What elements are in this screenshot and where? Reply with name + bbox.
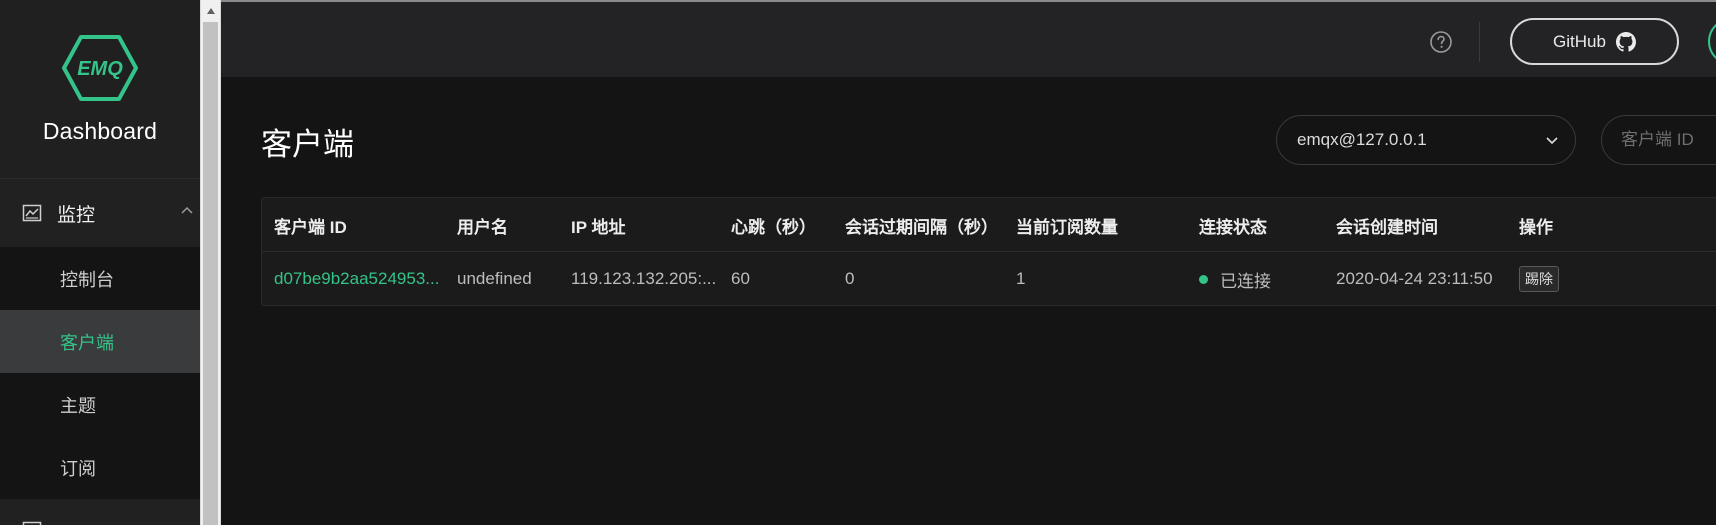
app-root: EMQ Dashboard 监控 控制台 客户端 主题 订阅 GitHub 客户… <box>0 0 1716 525</box>
scroll-thumb[interactable] <box>203 22 218 525</box>
sidebar-scrollbar[interactable] <box>200 0 221 525</box>
cell-subscriptions: 1 <box>1016 269 1026 288</box>
cell-created-at: 2020-04-24 23:11:50 <box>1336 269 1493 288</box>
brand-title: Dashboard <box>42 118 158 144</box>
brand: EMQ Dashboard <box>0 0 200 179</box>
sidebar-item-topics[interactable]: 主题 <box>0 373 200 436</box>
menu-submenu: 控制台 客户端 主题 订阅 <box>0 247 200 499</box>
col-ip: IP 地址 <box>571 217 626 237</box>
col-subscriptions: 当前订阅数量 <box>1016 217 1118 237</box>
kick-button[interactable]: 踢除 <box>1519 266 1559 292</box>
menu-group-next-icon <box>22 521 42 525</box>
monitor-chart-icon <box>22 204 42 222</box>
page-title: 客户端 <box>261 127 354 162</box>
cell-keepalive: 60 <box>731 269 750 288</box>
cell-status: 已连接 <box>1199 252 1271 306</box>
chevron-down-icon <box>1546 137 1558 145</box>
avatar[interactable] <box>1708 18 1716 65</box>
cell-username: undefined <box>457 269 532 288</box>
col-expiry: 会话过期间隔（秒） <box>845 217 998 237</box>
cell-actions: 踢除 <box>1519 252 1559 306</box>
col-actions: 操作 <box>1519 217 1553 237</box>
menu-group-next[interactable] <box>0 499 200 525</box>
node-select-value: emqx@127.0.0.1 <box>1297 130 1427 149</box>
col-username: 用户名 <box>457 217 508 237</box>
table-row: d07be9b2aa524953... undefined 119.123.13… <box>262 252 1716 306</box>
sidebar-item-console[interactable]: 控制台 <box>0 247 200 310</box>
sidebar: EMQ Dashboard 监控 控制台 客户端 主题 订阅 <box>0 0 200 525</box>
col-status: 连接状态 <box>1199 217 1267 237</box>
header-divider <box>1479 22 1480 62</box>
sidebar-item-clients[interactable]: 客户端 <box>0 310 200 373</box>
scroll-up-arrow-icon[interactable] <box>201 0 220 22</box>
github-label: GitHub <box>1553 31 1606 51</box>
clients-table: 客户端 ID 用户名 IP 地址 心跳（秒） 会话过期间隔（秒） 当前订阅数量 … <box>261 197 1716 306</box>
sidebar-item-subscriptions[interactable]: 订阅 <box>0 436 200 499</box>
cell-ip: 119.123.132.205:... <box>571 269 717 288</box>
top-header: GitHub <box>221 0 1716 77</box>
github-icon <box>1615 31 1636 52</box>
github-button[interactable]: GitHub <box>1510 18 1679 65</box>
client-id-link[interactable]: d07be9b2aa524953... <box>274 252 439 306</box>
emq-logo: EMQ <box>62 35 138 101</box>
col-keepalive: 心跳（秒） <box>731 217 816 237</box>
logo-text: EMQ <box>77 58 123 80</box>
status-text: 已连接 <box>1220 271 1271 291</box>
menu-group-label: 监控 <box>57 204 96 226</box>
col-client-id: 客户端 ID <box>274 217 347 237</box>
table-header: 客户端 ID 用户名 IP 地址 心跳（秒） 会话过期间隔（秒） 当前订阅数量 … <box>262 198 1716 252</box>
main-content: 客户端 emqx@127.0.0.1 客户端 ID 用户名 IP 地址 心跳（秒… <box>221 77 1716 525</box>
menu-group-monitor[interactable]: 监控 <box>0 179 200 247</box>
help-circle-icon[interactable] <box>1429 30 1453 54</box>
client-id-search-input[interactable] <box>1601 115 1716 165</box>
col-created-at: 会话创建时间 <box>1336 217 1438 237</box>
status-dot-icon <box>1199 274 1208 284</box>
node-select[interactable]: emqx@127.0.0.1 <box>1276 115 1576 165</box>
cell-expiry: 0 <box>845 269 855 288</box>
chevron-up-icon[interactable] <box>180 205 194 215</box>
